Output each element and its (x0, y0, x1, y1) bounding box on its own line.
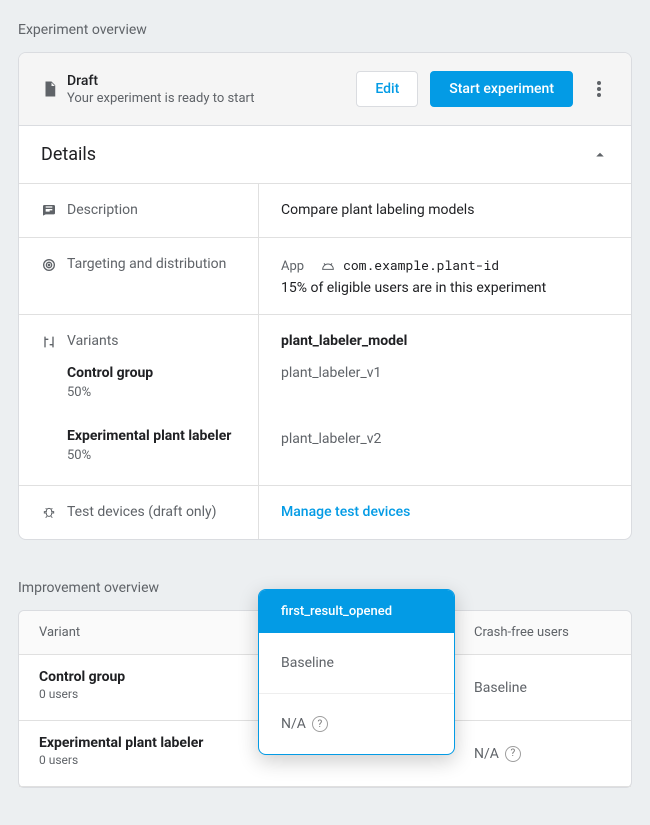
imp-variant-name: Control group (39, 669, 238, 685)
document-icon (41, 80, 67, 98)
description-value: Compare plant labeling models (259, 184, 631, 237)
param-name: plant_labeler_model (281, 333, 609, 349)
variant-pct: 50% (67, 448, 236, 463)
edit-button[interactable]: Edit (356, 71, 418, 107)
description-label: Description (67, 202, 138, 219)
overflow-menu-button[interactable] (585, 81, 613, 97)
variant-name: Control group (67, 365, 236, 381)
status-label: Draft (67, 73, 356, 89)
details-section-label: Details (41, 144, 96, 165)
variant-name: Experimental plant labeler (67, 428, 236, 444)
primary-metric-header[interactable]: first_result_opened (259, 590, 454, 633)
android-icon (320, 260, 336, 272)
help-icon[interactable]: ? (505, 746, 521, 762)
primary-metric-value: Baseline (281, 655, 334, 671)
manage-test-devices-link[interactable]: Manage test devices (281, 504, 410, 520)
test-devices-label: Test devices (draft only) (67, 504, 217, 521)
app-id: com.example.plant-id (343, 256, 499, 274)
variant-pct: 50% (67, 385, 236, 400)
app-prefix: App (281, 259, 304, 274)
experiment-card: Draft Your experiment is ready to start … (18, 52, 632, 540)
status-subtitle: Your experiment is ready to start (67, 91, 356, 106)
variant-value: plant_labeler_v1 (281, 365, 609, 401)
targeting-label: Targeting and distribution (67, 256, 226, 296)
chevron-up-icon (591, 146, 609, 164)
help-icon[interactable]: ? (312, 716, 328, 732)
imp-variant-users: 0 users (39, 753, 238, 767)
variants-label: Variants (67, 333, 236, 349)
description-icon (41, 202, 67, 219)
col-variant: Variant (19, 611, 258, 654)
variants-icon (41, 333, 67, 467)
bug-icon (41, 504, 67, 521)
target-icon (41, 256, 67, 296)
primary-metric-overlay: first_result_opened Baseline N/A ? (258, 589, 455, 755)
primary-metric-value: N/A (281, 716, 306, 732)
imp-secondary-value: N/A (474, 746, 499, 762)
details-section-toggle[interactable]: Details (19, 126, 631, 184)
distribution-text: 15% of eligible users are in this experi… (281, 280, 609, 296)
imp-variant-users: 0 users (39, 687, 238, 701)
card-header: Draft Your experiment is ready to start … (19, 53, 631, 126)
imp-variant-name: Experimental plant labeler (39, 735, 238, 751)
improvement-card: Variant Crash-free users Control group 0… (18, 610, 632, 788)
imp-secondary-value: Baseline (474, 680, 527, 696)
col-secondary: Crash-free users (454, 611, 631, 654)
experiment-overview-title: Experiment overview (0, 0, 650, 52)
variant-value: plant_labeler_v2 (281, 431, 609, 467)
start-experiment-button[interactable]: Start experiment (430, 71, 573, 107)
